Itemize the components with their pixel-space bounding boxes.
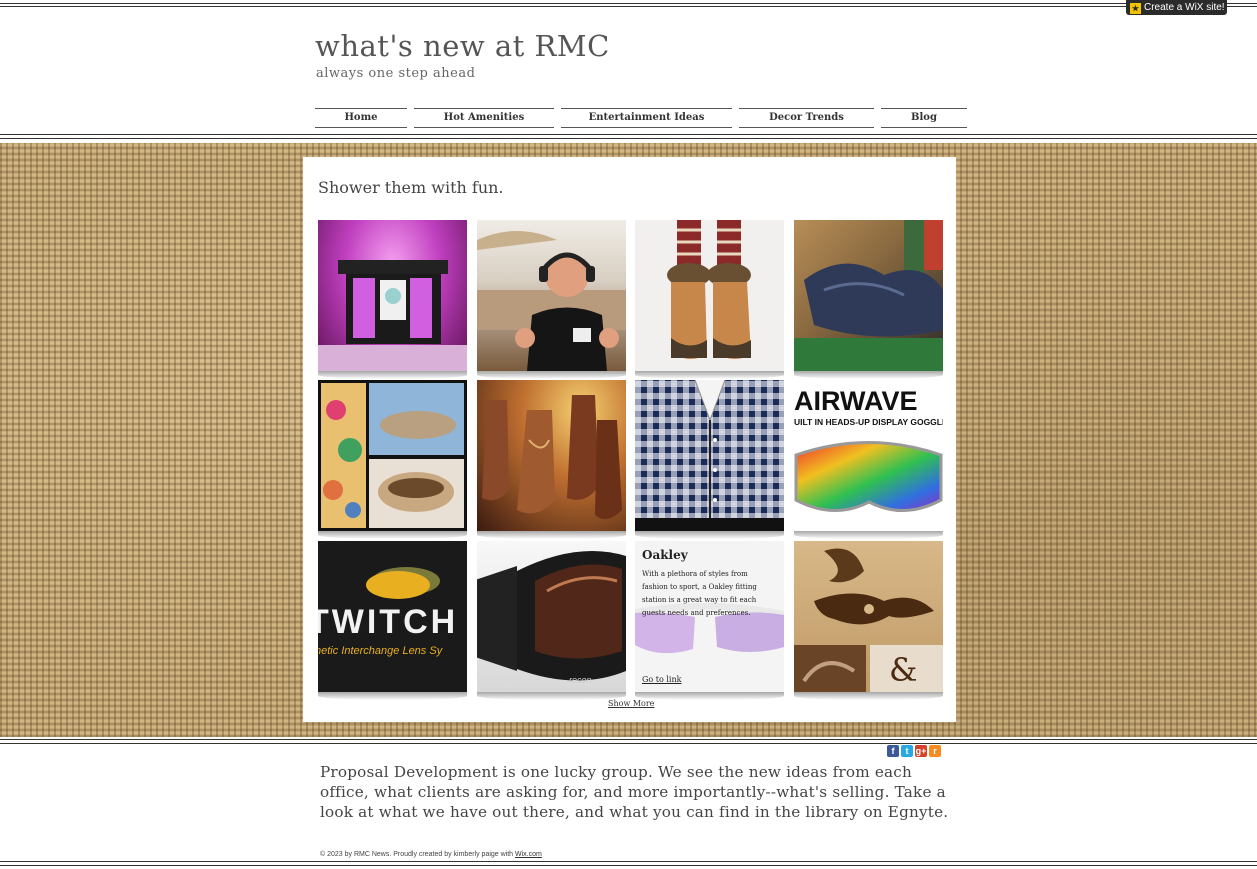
tile-shadow [635, 371, 784, 379]
nav-item-blog[interactable]: Blog [881, 108, 967, 128]
header-rule [0, 134, 1257, 135]
tile-shadow [635, 692, 784, 700]
twitch-image: TWITCH netic Interchange Lens Sy [318, 567, 458, 657]
gallery-tile-airwave-goggles[interactable]: AIRWAVE UILT IN HEADS-UP DISPLAY GOGGLE [794, 380, 943, 531]
tile-shadow [794, 531, 943, 539]
badge-label: Create a WiX site! [1144, 2, 1225, 13]
facebook-icon[interactable]: f [887, 745, 899, 757]
gallery-tile-cowboy-boots[interactable] [477, 380, 626, 531]
tile-shadow [318, 371, 467, 379]
bottom-rule [0, 861, 1257, 862]
footer-rule [0, 739, 1257, 740]
gingham-shirts-image [635, 380, 784, 531]
twitter-icon[interactable]: t [901, 745, 913, 757]
jeans-image [794, 220, 943, 371]
footer-rule [0, 743, 1257, 744]
nav-item-hot-amenities[interactable]: Hot Amenities [414, 108, 554, 128]
site-title: what's new at RMC [315, 29, 610, 63]
tile-shadow [794, 371, 943, 379]
ampersand-glyph: & [889, 651, 917, 689]
engraved-wood-image: & [794, 548, 943, 692]
top-rule [0, 3, 1257, 4]
site-tagline: always one step ahead [316, 66, 476, 81]
oakley-title: Oakley [642, 548, 688, 562]
tile-shadow [477, 371, 626, 379]
wix-star-icon: ★ [1130, 3, 1141, 14]
gallery-tile-jeans[interactable] [794, 220, 943, 371]
tile-shadow [318, 531, 467, 539]
copyright-text: © 2023 by RMC News. Proudly created by k… [320, 851, 516, 858]
nav-item-entertainment-ideas[interactable]: Entertainment Ideas [561, 108, 732, 128]
twitter-glyph: t [905, 746, 909, 756]
dj-bar-image [318, 260, 467, 371]
rss-glyph: r [933, 746, 937, 756]
nav-item-home[interactable]: Home [315, 108, 407, 128]
tile-shadow [477, 531, 626, 539]
recon-brand-text: recon [569, 675, 592, 685]
google-plus-icon[interactable]: g+ [915, 745, 927, 757]
wix-link[interactable]: Wix.com [515, 851, 542, 858]
tile-shadow [477, 692, 626, 700]
gallery-title: Shower them with fun. [318, 178, 504, 197]
gallery-tile-engraved-wood[interactable]: & [794, 541, 943, 692]
create-wix-site-badge[interactable]: ★ Create a WiX site! [1126, 0, 1227, 15]
nav-item-decor-trends[interactable]: Decor Trends [739, 108, 874, 128]
copyright: © 2023 by RMC News. Proudly created by k… [320, 851, 542, 858]
gallery-tile-twitch[interactable]: TWITCH netic Interchange Lens Sy [318, 541, 467, 692]
gallery-tile-dj-bar[interactable] [318, 220, 467, 371]
tile-shadow [794, 692, 943, 700]
facebook-glyph: f [891, 746, 895, 756]
tile-shadow [318, 692, 467, 700]
man-headphones-image [477, 231, 626, 371]
gallery-tile-fur-boots[interactable] [635, 220, 784, 371]
twitch-brand-text: TWITCH [318, 603, 458, 641]
tile-shadow [635, 531, 784, 539]
oakley-description: With a plethora of styles from fashion t… [642, 570, 757, 617]
top-rule [0, 6, 1257, 7]
gallery-tile-oakley[interactable]: Oakley With a plethora of styles from fa… [635, 541, 784, 692]
maui-jim-image [321, 383, 464, 528]
twitch-tagline-text: netic Interchange Lens Sy [318, 645, 444, 657]
gallery-tile-gingham-shirts[interactable] [635, 380, 784, 531]
airwave-brand-text: AIRWAVE [794, 386, 918, 416]
gallery-tile-recon-goggles[interactable]: recon [477, 541, 626, 692]
bottom-rule [0, 865, 1257, 866]
airwave-goggles-image: AIRWAVE UILT IN HEADS-UP DISPLAY GOGGLE [794, 386, 943, 512]
rss-icon[interactable]: r [929, 745, 941, 757]
airwave-tagline-text: UILT IN HEADS-UP DISPLAY GOGGLE [794, 417, 943, 427]
gallery-tile-man-headphones[interactable] [477, 220, 626, 371]
oakley-go-to-link[interactable]: Go to link [642, 675, 681, 684]
recon-goggles-image: recon [477, 551, 626, 685]
gallery-tile-maui-jim[interactable] [318, 380, 467, 531]
fur-boots-image [667, 220, 751, 359]
cowboy-boots-image [482, 395, 622, 519]
google-plus-glyph: g+ [915, 746, 927, 756]
show-more-link[interactable]: Show More [608, 699, 654, 708]
footer-description: Proposal Development is one lucky group.… [320, 763, 949, 821]
header-rule [0, 138, 1257, 139]
